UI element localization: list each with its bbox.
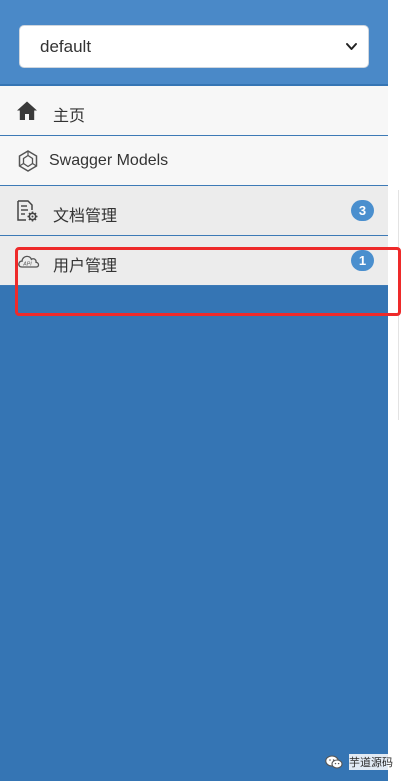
menu-item-home[interactable]: 主页 (0, 86, 388, 136)
models-icon (18, 150, 38, 172)
svg-text:API: API (22, 261, 32, 267)
menu-item-label: 文档管理 (53, 208, 118, 225)
menu-item-label: 用户管理 (53, 258, 118, 275)
sidebar-menu: 主页 Swagger Models 文档管理 3 API 用户管理 1 (0, 86, 388, 286)
chevron-down-icon (346, 43, 357, 50)
wechat-icon (325, 755, 343, 769)
menu-item-users[interactable]: API 用户管理 1 (0, 236, 388, 286)
count-badge: 1 (351, 250, 374, 271)
document-settings-icon (17, 200, 38, 222)
watermark-text: 芋道源码 (349, 754, 393, 770)
menu-item-swagger-models[interactable]: Swagger Models (0, 136, 388, 186)
group-select[interactable]: default (19, 25, 369, 68)
home-icon (17, 101, 37, 120)
sidebar: default 主页 Swagger Models 文档管理 3 API 用户管… (0, 0, 388, 781)
menu-item-docs[interactable]: 文档管理 3 (0, 186, 388, 236)
group-select-value: default (40, 37, 92, 56)
watermark: 芋道源码 (325, 754, 393, 770)
count-badge: 3 (351, 200, 374, 221)
menu-item-label: Swagger Models (49, 152, 169, 169)
sidebar-header: default (0, 0, 388, 84)
content-divider (398, 190, 399, 420)
api-cloud-icon: API (18, 255, 40, 268)
menu-item-label: 主页 (53, 108, 86, 125)
content-edge (388, 0, 403, 781)
